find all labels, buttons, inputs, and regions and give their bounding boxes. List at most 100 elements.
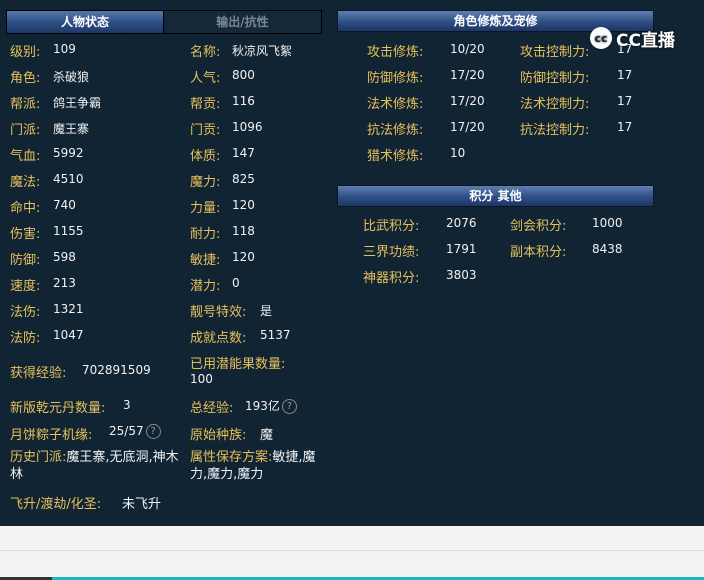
- stat-right-8-label: 敏捷:: [190, 253, 221, 268]
- stat-left-11-label: 法防:: [10, 331, 41, 346]
- qiankun-label: 新版乾元丹数量:: [10, 401, 106, 416]
- stat-left-7-label: 伤害:: [10, 227, 41, 242]
- stat-left-3-label: 门派:: [10, 123, 41, 138]
- race-value: 魔: [260, 428, 274, 443]
- stat-right-4-value: 147: [232, 146, 255, 160]
- stat-right-5-label: 魔力:: [190, 175, 221, 190]
- stat-left-3-value: 魔王寨: [53, 122, 90, 136]
- stat-right-11-label: 成就点数:: [190, 331, 247, 346]
- race-label: 原始种族:: [190, 428, 247, 443]
- stat-right-7-value: 118: [232, 224, 255, 238]
- potential-fruit-label: 已用潜能果数量:: [190, 357, 286, 372]
- qiankun-value: 3: [123, 398, 131, 412]
- stat-right-2-label: 帮贡:: [190, 97, 221, 112]
- stat-right-7-label: 耐力:: [190, 227, 221, 242]
- stat-left-5-value: 4510: [53, 172, 84, 186]
- points-right-0-value: 1000: [592, 216, 623, 230]
- stat-left-2-label: 帮派:: [10, 97, 41, 112]
- help-icon[interactable]: ?: [281, 399, 297, 414]
- points-left-0-label: 比武积分:: [363, 219, 420, 234]
- stat-right-4-label: 体质:: [190, 149, 221, 164]
- points-right-1-value: 8438: [592, 242, 623, 256]
- stat-left-0-value: 109: [53, 42, 76, 56]
- ascend-value: 未飞升: [122, 497, 162, 512]
- history-sect: 历史门派:魔王寨,无底洞,神木林: [10, 449, 188, 483]
- help-icon[interactable]: ?: [145, 424, 161, 439]
- stat-right-8-value: 120: [232, 250, 255, 264]
- cultivation-2-value: 17/20: [450, 94, 485, 108]
- stat-left-10-label: 法伤:: [10, 305, 41, 320]
- stat-left-6-label: 命中:: [10, 201, 41, 216]
- points-left-1-value: 1791: [446, 242, 477, 256]
- stat-left-7-value: 1155: [53, 224, 84, 238]
- points-right-1-label: 副本积分:: [510, 245, 567, 260]
- hunt-value: 10: [450, 146, 466, 160]
- divider: [0, 550, 704, 551]
- control-3-value: 17: [617, 120, 633, 134]
- stat-right-0-label: 名称:: [190, 45, 221, 60]
- tab-bar: 人物状态 输出/抗性: [6, 10, 322, 34]
- mooncake-text: 25/57: [109, 424, 144, 438]
- cc-logo-icon: cc: [590, 27, 612, 49]
- attr-scheme-label: 属性保存方案:: [190, 450, 273, 465]
- hunt-label: 猎术修炼:: [367, 149, 424, 164]
- control-2-value: 17: [617, 94, 633, 108]
- exp-value: 702891509: [82, 363, 151, 377]
- stat-right-5-value: 825: [232, 172, 255, 186]
- cultivation-3-value: 17/20: [450, 120, 485, 134]
- control-1-value: 17: [617, 68, 633, 82]
- total-exp-text: 193亿: [245, 399, 280, 413]
- artifact-label: 神器积分:: [363, 271, 420, 286]
- stat-left-8-label: 防御:: [10, 253, 41, 268]
- artifact-value: 3803: [446, 268, 477, 282]
- stat-left-11-value: 1047: [53, 328, 84, 342]
- stat-left-8-value: 598: [53, 250, 76, 264]
- potential-fruit-value: 100: [190, 372, 213, 386]
- control-2-label: 法术控制力:: [520, 97, 590, 112]
- points-right-0-label: 剑会积分:: [510, 219, 567, 234]
- character-info-panel: 人物状态 输出/抗性 级别: 109 名称: 秋凉风飞絮角色: 杀破狼 人气: 800 帮派:…: [0, 0, 704, 526]
- stat-right-6-label: 力量:: [190, 201, 221, 216]
- stat-right-2-value: 116: [232, 94, 255, 108]
- stat-right-10-label: 靓号特效:: [190, 305, 247, 320]
- stat-right-11-value: 5137: [260, 328, 291, 342]
- exp-label: 获得经验:: [10, 366, 67, 381]
- stat-right-3-value: 1096: [232, 120, 263, 134]
- total-exp-label: 总经验:: [190, 401, 234, 416]
- control-0-label: 攻击控制力:: [520, 45, 590, 60]
- control-3-label: 抗法控制力:: [520, 123, 590, 138]
- stat-right-0-value: 秋凉风飞絮: [232, 44, 293, 58]
- stat-left-6-value: 740: [53, 198, 76, 212]
- tab-character-status[interactable]: 人物状态: [7, 11, 164, 33]
- history-sect-label: 历史门派:: [10, 450, 67, 465]
- bottom-area: [0, 526, 704, 580]
- stat-right-9-value: 0: [232, 276, 240, 290]
- stat-left-1-value: 杀破狼: [53, 70, 90, 84]
- total-exp-value: 193亿?: [245, 397, 297, 414]
- tab-output-resistance[interactable]: 输出/抗性: [164, 11, 321, 33]
- stat-left-0-label: 级别:: [10, 45, 41, 60]
- control-1-label: 防御控制力:: [520, 71, 590, 86]
- points-left-0-value: 2076: [446, 216, 477, 230]
- cultivation-0-value: 10/20: [450, 42, 485, 56]
- stat-right-9-label: 潜力:: [190, 279, 221, 294]
- points-left-1-label: 三界功绩:: [363, 245, 420, 260]
- watermark-text: CC直播: [616, 30, 675, 51]
- stat-left-10-value: 1321: [53, 302, 84, 316]
- stat-left-5-label: 魔法:: [10, 175, 41, 190]
- ascend-label: 飞升/渡劫/化圣:: [10, 497, 102, 512]
- stat-left-1-label: 角色:: [10, 71, 41, 86]
- cultivation-1-value: 17/20: [450, 68, 485, 82]
- stat-right-6-value: 120: [232, 198, 255, 212]
- stat-right-10-value: 是: [260, 304, 273, 318]
- cultivation-3-label: 抗法修炼:: [367, 123, 424, 138]
- cultivation-2-label: 法术修炼:: [367, 97, 424, 112]
- stat-left-4-value: 5992: [53, 146, 84, 160]
- mooncake-label: 月饼粽子机缘:: [10, 428, 93, 443]
- stat-left-9-label: 速度:: [10, 279, 41, 294]
- stat-right-1-label: 人气:: [190, 71, 221, 86]
- stat-right-1-value: 800: [232, 68, 255, 82]
- mooncake-value: 25/57?: [109, 424, 161, 439]
- stat-left-9-value: 213: [53, 276, 76, 290]
- cultivation-0-label: 攻击修炼:: [367, 45, 424, 60]
